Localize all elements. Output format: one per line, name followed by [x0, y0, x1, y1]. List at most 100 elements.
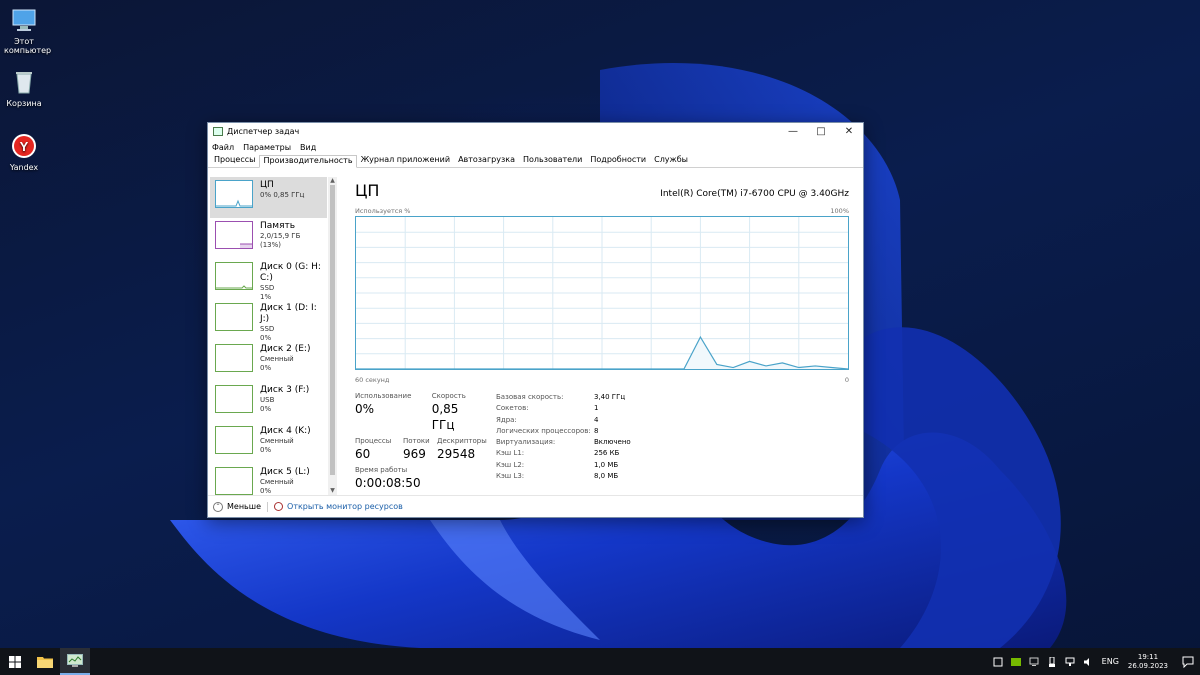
scroll-down-icon[interactable]: ▼: [328, 487, 337, 495]
tab-processes[interactable]: Процессы: [210, 154, 259, 167]
disk-thumbnail-graph: [215, 426, 253, 454]
sidebar-item-cpu[interactable]: ЦП 0% 0,85 ГГц: [210, 177, 327, 218]
usb-device-icon[interactable]: [1047, 656, 1057, 667]
menu-view[interactable]: Вид: [300, 143, 316, 152]
disk-thumbnail-graph: [215, 385, 253, 413]
input-language[interactable]: ENG: [1102, 657, 1119, 666]
sidebar-item-disk-3[interactable]: Диск 3 (F:) USB 0%: [210, 382, 327, 423]
taskbar-task-manager[interactable]: [60, 648, 90, 675]
sidebar-item-detail: 2,0/15,9 ГБ (13%): [260, 232, 301, 249]
cpu-model-name: Intel(R) Core(TM) i7-6700 CPU @ 3.40GHz: [660, 189, 849, 199]
sidebar-item-type: USB: [260, 396, 275, 404]
threads-value: 969: [403, 447, 426, 461]
tab-app-history[interactable]: Журнал приложений: [357, 154, 455, 167]
graph-y-label: Используется %: [355, 207, 411, 215]
sidebar-item-usage: 0%: [260, 364, 272, 372]
cpu-thumbnail-graph: [215, 180, 253, 208]
clock[interactable]: 19:11 26.09.2023: [1128, 653, 1168, 671]
usage-value: 0%: [355, 402, 375, 416]
windows-logo-icon: [9, 655, 21, 668]
performance-sidebar: ЦП 0% 0,85 ГГц Память 2,0/15,9 ГБ (13%): [208, 169, 337, 495]
desktop-icon-this-pc[interactable]: Этот компьютер: [4, 6, 51, 55]
tab-performance[interactable]: Производительность: [259, 155, 357, 168]
graph-y-min: 0: [844, 376, 849, 384]
uptime-value: 0:00:08:50: [355, 476, 421, 490]
desktop-icon-recycle-bin[interactable]: Корзина: [4, 68, 44, 108]
svg-text:Y: Y: [20, 139, 29, 154]
sidebar-item-name: Диск 1 (D: I: J:): [260, 303, 317, 324]
sidebar-item-type: Сменный: [260, 437, 294, 445]
nvidia-icon[interactable]: [1010, 657, 1021, 667]
usage-label: Использование: [355, 392, 412, 400]
fewer-details-link[interactable]: Меньше: [227, 502, 261, 511]
spec-key: Ядра:: [496, 415, 517, 424]
spec-key: Виртуализация:: [496, 438, 556, 447]
chevron-up-icon[interactable]: ⌃: [213, 501, 223, 512]
panel-heading: ЦП: [355, 181, 380, 200]
sidebar-item-name: Диск 2 (E:): [260, 344, 311, 354]
graph-y-max: 100%: [830, 207, 849, 215]
desktop-icon-label: Yandex: [9, 163, 39, 172]
sidebar-item-detail: 0% 0,85 ГГц: [260, 191, 305, 199]
sidebar-item-disk-1[interactable]: Диск 1 (D: I: J:) SSD 0%: [210, 300, 327, 342]
scroll-up-icon[interactable]: ▲: [328, 177, 337, 185]
sidebar-item-type: Сменный: [260, 478, 294, 486]
spec-value: Включено: [594, 438, 631, 447]
sidebar-item-name: Диск 0 (G: H: C:): [260, 262, 321, 283]
sidebar-item-disk-0[interactable]: Диск 0 (G: H: C:) SSD 1%: [210, 259, 327, 301]
menu-options[interactable]: Параметры: [243, 143, 291, 152]
action-center-flag-icon[interactable]: [993, 657, 1003, 667]
footer-divider: [267, 501, 269, 512]
tab-services[interactable]: Службы: [650, 154, 692, 167]
tab-startup[interactable]: Автозагрузка: [454, 154, 519, 167]
sidebar-item-disk-2[interactable]: Диск 2 (E:) Сменный 0%: [210, 341, 327, 382]
spec-value: 8: [594, 426, 599, 435]
sidebar-item-name: ЦП: [260, 180, 274, 190]
graph-x-label: 60 секунд: [355, 376, 390, 384]
desktop-icon-yandex[interactable]: Y Yandex: [4, 132, 44, 172]
taskbar-file-explorer[interactable]: [30, 648, 60, 675]
close-button[interactable]: ✕: [835, 123, 863, 140]
volume-icon[interactable]: [1083, 657, 1093, 667]
tab-details[interactable]: Подробности: [586, 154, 650, 167]
desktop-icon-label: Корзина: [6, 99, 42, 108]
processes-value: 60: [355, 447, 371, 461]
sidebar-item-usage: 1%: [260, 293, 272, 301]
spec-value: 3,40 ГГц: [594, 393, 626, 401]
disk-thumbnail-graph: [215, 467, 253, 495]
system-tray: ENG 19:11 26.09.2023: [989, 648, 1200, 675]
spec-value: 8,0 МБ: [594, 472, 619, 481]
menu-file[interactable]: Файл: [212, 143, 234, 152]
sidebar-scrollbar[interactable]: ▲ ▼: [328, 177, 337, 495]
computer-icon: [10, 6, 38, 34]
network-icon[interactable]: [1065, 657, 1075, 667]
scrollbar-thumb[interactable]: [330, 185, 335, 475]
spec-value: 1: [594, 404, 599, 413]
spec-value: 4: [594, 415, 599, 424]
notifications-button[interactable]: [1176, 656, 1200, 668]
tab-users[interactable]: Пользователи: [519, 154, 586, 167]
task-manager-icon: [213, 127, 223, 136]
start-button[interactable]: [0, 648, 30, 675]
spec-key: Логических процессоров:: [496, 426, 591, 435]
minimize-button[interactable]: —: [779, 123, 807, 140]
sidebar-item-usage: 0%: [260, 405, 272, 413]
task-manager-window: Диспетчер задач — □ ✕ Файл Параметры Вид…: [207, 122, 864, 518]
speed-value: 0,85 ГГц: [431, 402, 459, 432]
tab-bar: Процессы Производительность Журнал прило…: [208, 154, 863, 168]
sidebar-item-name: Диск 4 (K:): [260, 426, 311, 436]
folder-icon: [37, 657, 53, 668]
sidebar-item-disk-5[interactable]: Диск 5 (L:) Сменный 0%: [210, 464, 327, 495]
title-bar[interactable]: Диспетчер задач — □ ✕: [208, 123, 863, 140]
taskbar: ENG 19:11 26.09.2023: [0, 648, 1200, 675]
recycle-bin-icon: [10, 68, 38, 96]
sidebar-item-disk-4[interactable]: Диск 4 (K:) Сменный 0%: [210, 423, 327, 464]
disk-thumbnail-graph: [215, 344, 253, 372]
display-icon[interactable]: [1029, 657, 1039, 667]
maximize-button[interactable]: □: [807, 123, 835, 140]
handles-value: 29548: [437, 447, 476, 461]
spec-key: Кэш L3:: [496, 472, 525, 481]
window-footer: ⌃ Меньше Открыть монитор ресурсов: [208, 495, 863, 517]
sidebar-item-memory[interactable]: Память 2,0/15,9 ГБ (13%): [210, 218, 327, 259]
open-resource-monitor-link[interactable]: Открыть монитор ресурсов: [287, 502, 403, 511]
